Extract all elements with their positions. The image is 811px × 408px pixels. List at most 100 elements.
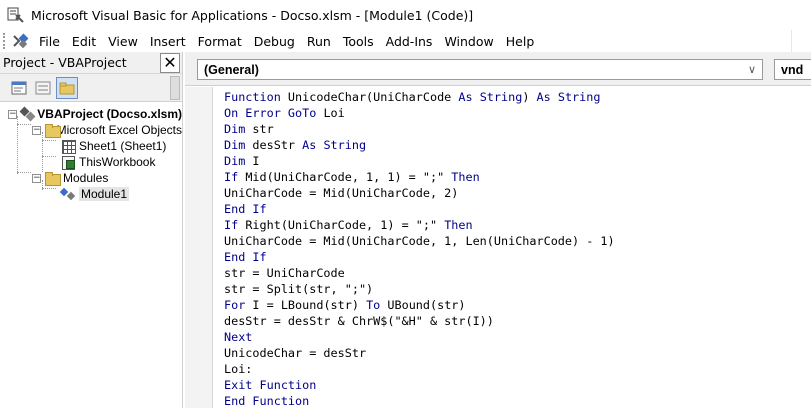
code-line[interactable]: Exit Function [224,377,316,393]
code-keyword: Dim [224,122,246,136]
code-text: ) [522,90,537,104]
menu-grip-handle[interactable] [3,33,7,49]
code-text: Loi: [224,362,253,376]
tree-node-vbaproject[interactable]: − VBAProject (Docso.xlsm) [0,106,182,122]
menu-insert[interactable]: Insert [144,34,192,49]
code-keyword: End If [224,202,267,216]
code-text: UBound(str) [380,298,466,312]
tree-label-vbaproject: VBAProject (Docso.xlsm) [37,107,182,121]
menu-file[interactable]: File [33,34,66,49]
menu-view[interactable]: View [102,34,144,49]
tree-label-sheet1: Sheet1 (Sheet1) [79,139,167,153]
menu-window[interactable]: Window [438,34,499,49]
collapse-icon[interactable]: − [32,173,41,183]
toolbar-overflow-scroll[interactable] [170,76,180,100]
project-explorer: Project - VBAProject ✕ − VBAProject (Doc… [0,52,183,408]
title-bar: Microsoft Visual Basic for Applications … [0,0,811,30]
menu-format[interactable]: Format [192,34,248,49]
code-text: desStr [245,138,303,152]
tree-label-module1: Module1 [79,187,130,201]
code-line[interactable]: str = Split(str, ";") [224,281,373,297]
code-keyword: Dim [224,154,246,168]
code-line[interactable]: UniCharCode = Mid(UniCharCode, 1, Len(Un… [224,233,615,249]
code-keyword: Then [444,218,473,232]
view-object-icon[interactable] [32,77,54,99]
tree-label-modules: Modules [63,171,109,185]
code-line[interactable]: End If [224,249,267,265]
menu-debug[interactable]: Debug [248,34,301,49]
worksheet-icon [60,139,76,154]
menu-edit[interactable]: Edit [66,34,102,49]
code-keyword: Dim [224,138,246,152]
code-line[interactable]: str = UniCharCode [224,265,345,281]
code-text: UnicodeChar = desStr [224,346,367,360]
code-keyword: Exit Function [224,378,317,392]
code-line[interactable]: End If [224,201,267,217]
code-line[interactable]: If Right(UniCharCode, 1) = ";" Then [224,217,473,233]
code-line[interactable]: End Function [224,393,309,408]
code-line[interactable]: Dim desStr As String [224,137,366,153]
object-dropdown-value: (General) [204,62,259,77]
project-explorer-title: Project - VBAProject [3,55,127,70]
code-text: desStr = desStr & ChrW$("&H" & str(I)) [224,314,494,328]
tree-node-modules[interactable]: − Modules [0,170,182,186]
code-line[interactable]: On Error GoTo Loi [224,105,345,121]
code-window: (General) ∨ vnd Function UnicodeChar(Uni… [185,52,811,408]
tree-node-thisworkbook[interactable]: ThisWorkbook [0,154,182,170]
menu-help[interactable]: Help [500,34,541,49]
collapse-icon[interactable]: − [32,125,41,135]
code-keyword: Function [224,90,288,104]
code-text: I [245,154,260,168]
folder-icon [44,171,61,186]
menu-bar: File Edit View Insert Format Debug Run T… [0,30,811,52]
code-text: UniCharCode = Mid(UniCharCode, 2) [224,186,459,200]
view-code-icon[interactable] [8,77,30,99]
chevron-down-icon[interactable]: ∨ [748,63,756,76]
code-line[interactable]: Next [224,329,252,345]
code-keyword: Then [451,170,480,184]
tree-node-sheet1[interactable]: Sheet1 (Sheet1) [0,138,182,154]
code-line[interactable]: Loi: [224,361,252,377]
close-icon[interactable]: ✕ [160,52,180,73]
collapse-icon[interactable]: − [8,109,17,119]
menu-run[interactable]: Run [301,34,337,49]
module-icon [60,187,76,201]
tree-node-module1[interactable]: Module1 [0,186,182,202]
excel-vba-icon[interactable] [11,32,29,50]
code-keyword: To [366,298,381,312]
code-text: Loi [316,106,345,120]
object-dropdown[interactable]: (General) ∨ [197,59,763,80]
toggle-folders-icon[interactable] [56,76,78,99]
code-line[interactable]: UniCharCode = Mid(UniCharCode, 2) [224,185,458,201]
code-line[interactable]: If Mid(UniCharCode, 1, 1) = ";" Then [224,169,480,185]
code-keyword: End If [224,250,267,264]
code-combo-bar: (General) ∨ vnd [185,52,811,86]
code-line[interactable]: For I = LBound(str) To UBound(str) [224,297,466,313]
code-keyword: If [224,170,239,184]
code-margin-indicator-bar[interactable] [185,87,213,408]
menu-add-ins[interactable]: Add-Ins [380,34,439,49]
menu-tools[interactable]: Tools [337,34,380,49]
code-text: UniCharCode = Mid(UniCharCode, 1, Len(Un… [224,234,615,248]
menu-bar-right-edge [791,30,811,52]
code-line[interactable]: Dim I [224,153,260,169]
code-line[interactable]: desStr = desStr & ChrW$("&H" & str(I)) [224,313,494,329]
code-line[interactable]: UnicodeChar = desStr [224,345,366,361]
code-editor[interactable]: Function UnicodeChar(UniCharCode As Stri… [214,87,811,408]
vba-app-icon[interactable] [7,6,25,24]
code-keyword: If [224,218,239,232]
project-tree: − VBAProject (Docso.xlsm) − Microsoft Ex… [0,102,182,202]
code-text: Right(UniCharCode, 1) = ";" [238,218,445,232]
folder-icon [44,123,61,138]
code-line[interactable]: Dim str [224,121,274,137]
procedure-dropdown[interactable]: vnd [774,59,811,80]
tree-label-thisworkbook: ThisWorkbook [79,155,156,169]
code-text: str [245,122,274,136]
code-keyword: As String [302,138,367,152]
workbook-icon [60,155,76,170]
code-text: Mid(UniCharCode, 1, 1) = ";" [238,170,452,184]
code-line[interactable]: Function UnicodeChar(UniCharCode As Stri… [224,89,600,105]
code-keyword: As String [536,90,601,104]
tree-node-excel-objects[interactable]: − Microsoft Excel Objects [0,122,182,138]
procedure-dropdown-value: vnd [781,62,804,77]
